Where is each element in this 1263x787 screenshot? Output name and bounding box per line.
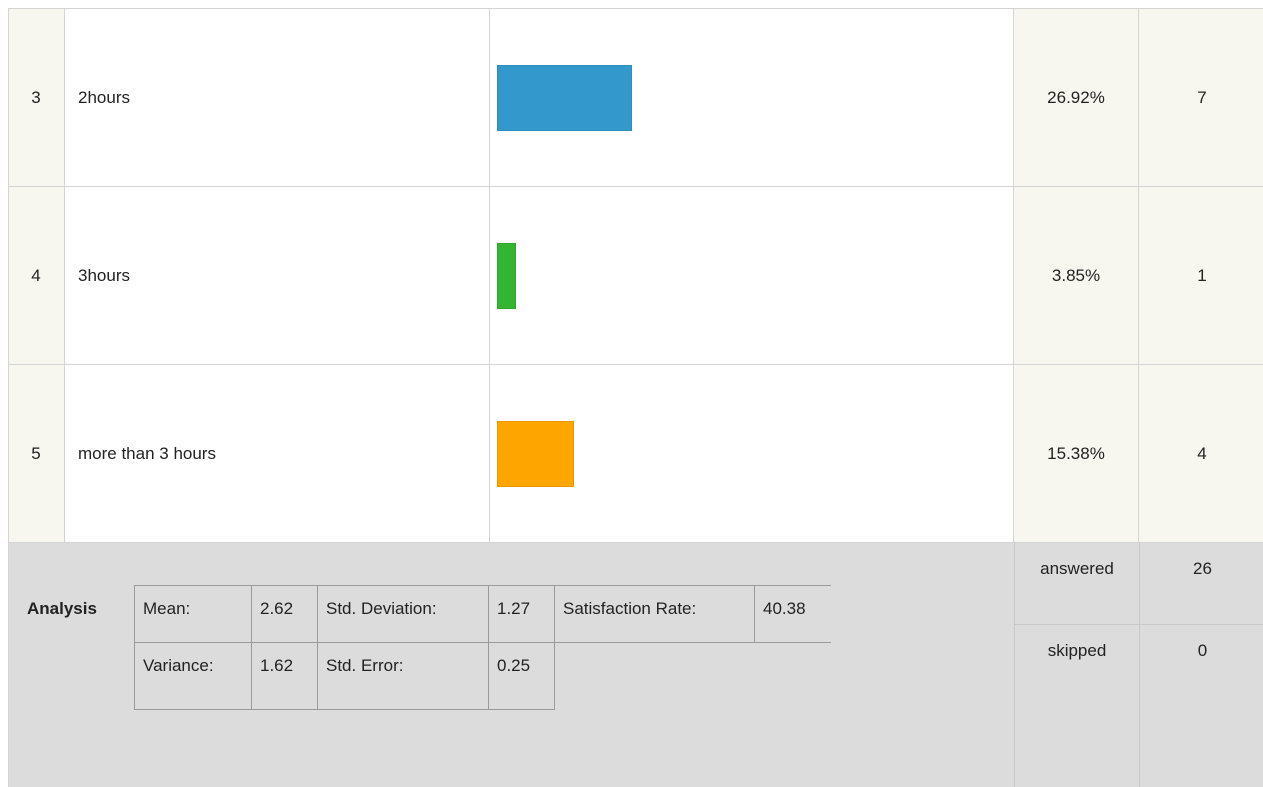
table-row: 5 more than 3 hours 15.38% 4 [8, 365, 1263, 543]
empty-cell [554, 642, 755, 710]
table-left-border [8, 8, 9, 787]
choice-count: 7 [1139, 9, 1263, 186]
std-deviation-label: Std. Deviation: [317, 585, 489, 643]
table-row: 3 2hours 26.92% 7 [8, 9, 1263, 187]
answered-count: 26 [1140, 543, 1263, 625]
empty-cell [755, 643, 831, 710]
choice-count: 4 [1139, 365, 1263, 542]
answered-label: answered [1015, 543, 1139, 625]
response-bar [497, 64, 632, 131]
bar-cell [490, 9, 1014, 186]
summary-label-column: answered skipped [1014, 543, 1139, 787]
choice-percent: 3.85% [1014, 187, 1139, 364]
satisfaction-rate-label: Satisfaction Rate: [554, 585, 755, 643]
choice-percent: 26.92% [1014, 9, 1139, 186]
summary-value-column: 26 0 [1139, 543, 1263, 787]
choice-count: 1 [1139, 187, 1263, 364]
skipped-label: skipped [1047, 641, 1107, 660]
choice-index: 3 [8, 9, 65, 186]
variance-label: Variance: [134, 642, 252, 710]
choice-label: 2hours [65, 9, 490, 186]
bar-cell [490, 187, 1014, 364]
mean-label: Mean: [134, 585, 252, 643]
response-bar [497, 242, 516, 309]
choice-index: 5 [8, 365, 65, 542]
variance-value: 1.62 [251, 642, 318, 710]
satisfaction-rate-value: 40.38 [754, 585, 831, 643]
skipped-count: 0 [1197, 641, 1208, 660]
survey-results-table: 3 2hours 26.92% 7 4 3hours 3.85% 1 5 mor… [0, 0, 1263, 787]
std-error-value: 0.25 [488, 642, 555, 710]
bar-cell [490, 365, 1014, 542]
table-row: 4 3hours 3.85% 1 [8, 187, 1263, 365]
response-bar [497, 420, 574, 487]
std-error-label: Std. Error: [317, 642, 489, 710]
choice-percent: 15.38% [1014, 365, 1139, 542]
analysis-title: Analysis [27, 599, 97, 618]
mean-value: 2.62 [251, 585, 318, 643]
choice-index: 4 [8, 187, 65, 364]
analysis-footer: Analysis Mean: 2.62 Std. Deviation: 1.27… [8, 543, 1263, 787]
choice-label: more than 3 hours [65, 365, 490, 542]
choice-label: 3hours [65, 187, 490, 364]
statistics-table: Mean: 2.62 Std. Deviation: 1.27 Satisfac… [134, 585, 831, 710]
std-deviation-value: 1.27 [488, 585, 555, 643]
